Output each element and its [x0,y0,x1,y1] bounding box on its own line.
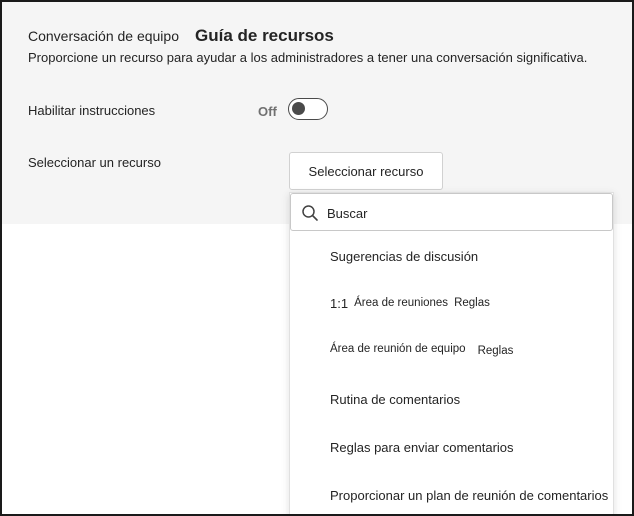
section-label: Conversación de equipo [28,28,179,44]
option-suffix: Reglas [454,297,490,309]
search-icon [301,204,319,222]
option-feedback-routine[interactable]: Rutina de comentarios [290,379,613,419]
resource-dropdown: Sugerencias de discusión 1:1 Área de reu… [289,192,614,514]
toggle-knob [292,102,305,115]
search-box[interactable] [290,193,613,231]
instructions-label: Habilitar instrucciones [28,103,156,118]
option-label: Sugerencias de discusión [330,248,479,264]
resource-guide-window: Conversación de equipo Guía de recursos … [0,0,634,516]
option-suffix: Reglas [477,345,514,357]
option-prefix: 1:1 [330,295,349,311]
option-label: Proporcionar un plan de reunión de comen… [330,487,609,503]
resource-label: Seleccionar un recurso [28,155,161,170]
option-label: Área de reunión de equipo [330,343,466,355]
search-input[interactable] [327,202,597,224]
option-label: Área de reuniones [354,297,449,309]
header: Conversación de equipo Guía de recursos [28,26,334,46]
option-feedback-meeting-plan[interactable]: Proporcionar un plan de reunión de comen… [290,475,613,514]
instructions-toggle[interactable] [288,98,328,120]
page-title: Guía de recursos [195,26,334,45]
option-feedback-rules[interactable]: Reglas para enviar comentarios [290,427,613,467]
toggle-state-text: Off [258,104,277,119]
option-discussion-suggestions[interactable]: Sugerencias de discusión [290,236,613,276]
page-description: Proporcione un recurso para ayudar a los… [28,50,588,65]
option-one-on-one-rules[interactable]: 1:1 Área de reuniones Reglas [290,283,613,323]
option-team-meeting-rules[interactable]: Área de reunión de equipo Reglas [290,331,613,371]
settings-panel: Conversación de equipo Guía de recursos … [2,2,632,224]
option-label: Rutina de comentarios [330,391,461,407]
option-label: Reglas para enviar comentarios [330,439,514,455]
select-resource-button[interactable]: Seleccionar recurso [289,152,443,190]
